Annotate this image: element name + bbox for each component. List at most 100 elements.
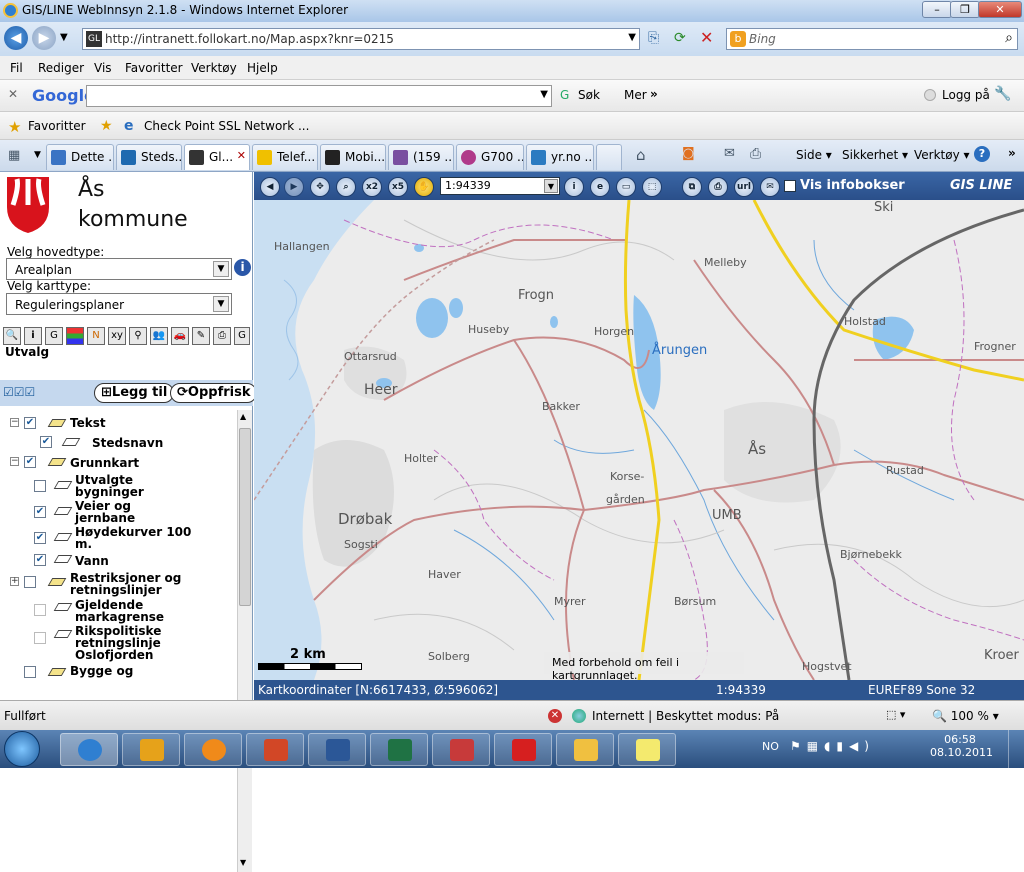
menu-rediger[interactable]: Rediger — [38, 61, 84, 75]
taskbar-ie[interactable] — [60, 733, 118, 766]
e-map-icon[interactable]: e — [590, 177, 610, 197]
layer-checkbox[interactable] — [34, 604, 46, 616]
print-map-icon[interactable]: ⎙ — [708, 177, 728, 197]
tab-4[interactable]: Mobi... — [320, 144, 386, 170]
favorite-link[interactable]: Check Point SSL Network ... — [144, 119, 309, 133]
compat-view-icon[interactable]: ⎘ — [648, 30, 659, 46]
cmd-verktoy[interactable]: Verktøy ▾ — [914, 148, 970, 162]
forward-button[interactable]: ▶ — [32, 26, 56, 50]
pan-icon[interactable]: ✥ — [310, 177, 330, 197]
favorites-button[interactable]: Favoritter — [28, 119, 86, 133]
new-tab-button[interactable] — [596, 144, 622, 170]
layer-checkbox[interactable] — [34, 480, 46, 492]
hand-icon[interactable]: ✋ — [414, 177, 434, 197]
layer-vann[interactable]: Vann — [75, 555, 109, 567]
layer-hoydekurver[interactable]: Høydekurver 100 m. — [75, 526, 191, 550]
tab-3[interactable]: Telef... — [252, 144, 318, 170]
north-tool-icon[interactable]: N — [87, 327, 105, 345]
map-back-icon[interactable]: ◀ — [260, 177, 280, 197]
google-more-button[interactable]: Mer — [624, 88, 647, 102]
taskbar-explorer[interactable] — [556, 733, 614, 766]
url-dropdown-icon[interactable]: ▼ — [628, 32, 636, 43]
info-map-icon[interactable]: i — [564, 177, 584, 197]
layer-checkbox[interactable]: ✔ — [34, 532, 46, 544]
gis-tool-icon[interactable]: G — [45, 327, 63, 345]
start-button[interactable] — [4, 731, 40, 767]
menu-fil[interactable]: Fil — [10, 61, 23, 75]
layer-checkbox[interactable] — [34, 632, 46, 644]
xy-tool-icon[interactable]: xy — [108, 327, 126, 345]
measure-tool-icon[interactable]: ⚲ — [129, 327, 147, 345]
layer-checkbox[interactable] — [24, 576, 36, 588]
clock[interactable]: 06:58 08.10.2011 — [930, 733, 993, 759]
protected-mode-icon[interactable]: ⬚ ▾ — [886, 708, 905, 721]
show-desktop-button[interactable] — [1008, 730, 1024, 768]
map-forward-icon[interactable]: ▶ — [284, 177, 304, 197]
menu-favoritter[interactable]: Favoritter — [125, 61, 183, 75]
more-commands-icon[interactable]: » — [1008, 146, 1016, 160]
layer-checkbox[interactable]: ✔ — [34, 554, 46, 566]
collapse-icon[interactable]: − — [10, 457, 19, 466]
area-map-icon[interactable]: ⬚ — [642, 177, 662, 197]
layer-checkbox[interactable]: ✔ — [24, 456, 36, 468]
layer-bygge[interactable]: Bygge og — [70, 665, 133, 677]
history-dropdown-icon[interactable]: ▼ — [60, 32, 68, 43]
google-search-input[interactable]: ▼ — [86, 85, 552, 107]
add-favorite-icon[interactable]: ★ — [100, 118, 113, 134]
scale-select[interactable]: 1:94339 ▼ — [440, 177, 560, 195]
layer-tekst[interactable]: Tekst — [70, 417, 106, 429]
menu-vis[interactable]: Vis — [94, 61, 112, 75]
layer-gjeldende-markagrense[interactable]: Gjeldende markagrense — [75, 599, 164, 623]
google-login-button[interactable]: Logg på — [942, 88, 990, 102]
layer-grunnkart[interactable]: Grunnkart — [70, 457, 139, 469]
layer-checkbox[interactable]: ✔ — [24, 417, 36, 429]
refresh-icon[interactable]: ⟳ — [674, 30, 686, 46]
gis-tool-icon-2[interactable]: G — [234, 327, 250, 345]
blocked-icon[interactable]: ✕ — [548, 709, 562, 723]
info-tool-icon[interactable]: i — [24, 327, 42, 345]
layer-utvalgte-bygninger[interactable]: Utvalgte bygninger — [75, 474, 144, 498]
tab-6[interactable]: G700 ... — [456, 144, 524, 170]
search-icon[interactable]: ⌕ — [1005, 30, 1013, 46]
oppfrisk-button[interactable]: ⟳Oppfrisk — [170, 383, 258, 403]
taskbar-powerpoint[interactable] — [246, 733, 304, 766]
close-button[interactable]: ✕ — [978, 1, 1022, 18]
cmd-sikkerhet[interactable]: Sikkerhet ▾ — [842, 148, 908, 162]
zoom-icon[interactable]: ⌕ — [336, 177, 356, 197]
mail-icon[interactable]: ✉ — [724, 146, 735, 161]
taskbar-media[interactable] — [184, 733, 242, 766]
feeds-icon[interactable]: ◙ — [682, 146, 695, 161]
scroll-down-icon[interactable]: ▼ — [240, 858, 246, 867]
layer-stedsnavn[interactable]: Stedsnavn — [92, 437, 163, 449]
layer-restriksjoner[interactable]: Restriksjoner og retningslinjer — [70, 572, 181, 596]
check-all-icon[interactable]: ☑☑☑ — [3, 385, 35, 399]
expand-icon[interactable]: + — [10, 577, 19, 586]
close-toolbar-icon[interactable]: ✕ — [8, 87, 18, 101]
measure-map-icon[interactable]: ▭ — [616, 177, 636, 197]
minimize-button[interactable]: – — [922, 1, 952, 18]
url-map-icon[interactable]: url — [734, 177, 754, 197]
layer-rikspolitiske[interactable]: Rikspolitiske retningslinje Oslofjorden — [75, 625, 161, 661]
maximize-button[interactable]: ❐ — [950, 1, 980, 18]
stop-icon[interactable]: ✕ — [700, 28, 713, 47]
help-icon[interactable]: ? — [974, 146, 990, 162]
taskbar-excel[interactable] — [370, 733, 428, 766]
taskbar-outlook[interactable] — [122, 733, 180, 766]
cmd-side[interactable]: Side ▾ — [796, 148, 832, 162]
home-icon[interactable]: ⌂ — [636, 146, 646, 164]
mail-map-icon[interactable]: ✉ — [760, 177, 780, 197]
wrench-icon[interactable]: 🔧 — [994, 86, 1011, 102]
back-button[interactable]: ◀ — [4, 26, 28, 50]
zoom-level[interactable]: 🔍 100 % ▾ — [932, 709, 999, 723]
url-field[interactable]: GL http://intranett.follokart.no/Map.asp… — [82, 28, 640, 50]
search-field[interactable]: b Bing ⌕ — [726, 28, 1018, 50]
print-tool-icon[interactable]: ⎙ — [213, 327, 231, 345]
scroll-up-icon[interactable]: ▲ — [240, 412, 246, 421]
google-dropdown-icon[interactable]: ▼ — [540, 89, 548, 100]
tab-2-active[interactable]: Gl... ✕ — [184, 144, 250, 170]
layer-veier-jernbane[interactable]: Veier og jernbane — [75, 500, 135, 524]
karttype-select[interactable]: Reguleringsplaner ▼ — [6, 293, 232, 315]
legg-til-button[interactable]: ⊞Legg til — [94, 383, 175, 403]
taskbar-acrobat[interactable] — [494, 733, 552, 766]
layer-checkbox[interactable] — [24, 666, 36, 678]
